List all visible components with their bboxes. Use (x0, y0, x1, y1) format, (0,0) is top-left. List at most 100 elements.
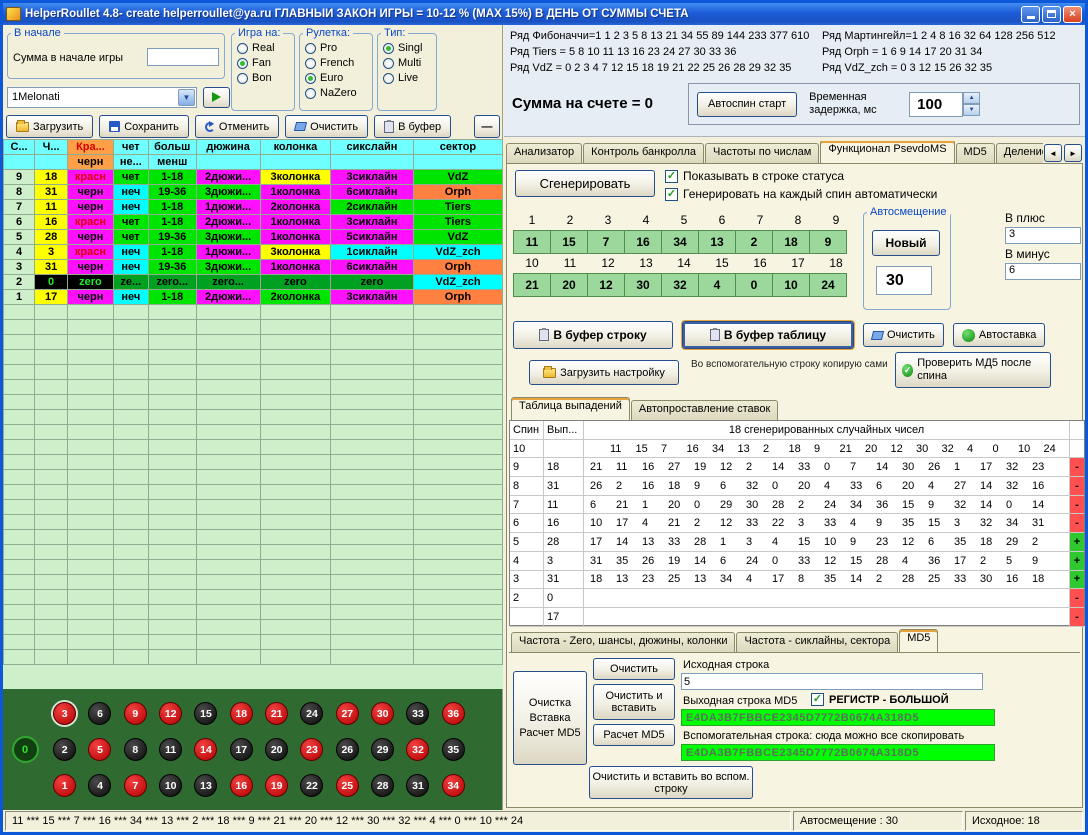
board-number-28[interactable]: 28 (371, 774, 394, 797)
main-tab-2[interactable]: Частоты по числам (705, 143, 819, 163)
md5-clear-paste-helper-button[interactable]: Очистить и вставить во вспом. строку (589, 766, 753, 799)
board-number-29[interactable]: 29 (371, 738, 394, 761)
roulette-option-NaZero[interactable]: NaZero (305, 87, 372, 99)
autoshift-value-input[interactable]: 30 (876, 266, 932, 295)
game-option-Bon[interactable]: Bon (237, 72, 294, 84)
check-md5-after-spin-button[interactable]: ✓Проверить МД5 после спина (895, 352, 1051, 388)
board-number-24[interactable]: 24 (300, 702, 323, 725)
close-button[interactable]: × (1063, 6, 1082, 23)
board-number-15[interactable]: 15 (194, 702, 217, 725)
md5-helper-field[interactable]: E4DA3B7FBBCE2345D7772B0674A318D5 (681, 744, 995, 761)
clear-button[interactable]: Очистить (285, 115, 368, 138)
board-number-17[interactable]: 17 (230, 738, 253, 761)
board-number-19[interactable]: 19 (265, 774, 288, 797)
roulette-option-French[interactable]: French (305, 57, 372, 69)
board-number-10[interactable]: 10 (159, 774, 182, 797)
undo-button[interactable]: Отменить (195, 115, 279, 138)
copy-row-to-buffer-button[interactable]: В буфер строку (513, 321, 673, 349)
board-number-9[interactable]: 9 (124, 702, 147, 725)
board-number-0[interactable]: 0 (12, 736, 39, 763)
clear-grid-button[interactable]: Очистить (863, 323, 944, 347)
checkbox-show-in-status[interactable]: ✓ Показывать в строке статуса (665, 169, 844, 183)
game-option-Real[interactable]: Real (237, 42, 294, 54)
board-number-12[interactable]: 12 (159, 702, 182, 725)
board-number-27[interactable]: 27 (336, 702, 359, 725)
md5-source-input[interactable] (681, 673, 983, 690)
main-tab-1[interactable]: Контроль банкролла (583, 143, 704, 163)
collapse-button[interactable]: — (474, 115, 500, 138)
roulette-option-Euro[interactable]: Euro (305, 72, 372, 84)
board-number-18[interactable]: 18 (230, 702, 253, 725)
board-number-5[interactable]: 5 (88, 738, 111, 761)
board-number-22[interactable]: 22 (300, 774, 323, 797)
freq-tab-1[interactable]: Частота - сиклайны, сектора (736, 632, 898, 652)
board-number-3[interactable]: 3 (53, 702, 76, 725)
plus-input[interactable]: 3 (1005, 227, 1081, 244)
board-number-31[interactable]: 31 (406, 774, 429, 797)
board-number-14[interactable]: 14 (194, 738, 217, 761)
minimize-button[interactable] (1021, 6, 1040, 23)
board-number-35[interactable]: 35 (442, 738, 465, 761)
copy-table-to-buffer-button[interactable]: В буфер таблицу (682, 321, 854, 349)
md5-output-field[interactable]: E4DA3B7FBBCE2345D7772B0674A318D5 (681, 709, 995, 726)
drop-tab-0[interactable]: Таблица выпадений (511, 397, 630, 420)
board-number-20[interactable]: 20 (265, 738, 288, 761)
checkbox-uppercase-register[interactable]: ✓ РЕГИСТР - БОЛЬШОЙ (811, 693, 949, 706)
tabs-scroll-left-button[interactable]: ◄ (1044, 144, 1062, 162)
preset-select[interactable]: 1Melonati ▼ (7, 87, 197, 108)
freq-tab-0[interactable]: Частота - Zero, шансы, дюжины, колонки (511, 632, 735, 652)
md5-calc-button[interactable]: Расчет MD5 (593, 724, 675, 746)
autobet-button[interactable]: Автоставка (953, 323, 1046, 347)
spinner-down-button[interactable]: ▼ (963, 104, 980, 116)
board-number-16[interactable]: 16 (230, 774, 253, 797)
roulette-option-Pro[interactable]: Pro (305, 42, 372, 54)
board-number-32[interactable]: 32 (406, 738, 429, 761)
save-button[interactable]: Сохранить (99, 115, 189, 138)
type-option-Live[interactable]: Live (383, 72, 436, 84)
board-number-34[interactable]: 34 (442, 774, 465, 797)
generate-button[interactable]: Сгенерировать (515, 170, 655, 197)
board-number-8[interactable]: 8 (124, 738, 147, 761)
board-number-21[interactable]: 21 (265, 702, 288, 725)
board-number-23[interactable]: 23 (300, 738, 323, 761)
copy-buffer-button[interactable]: В буфер (374, 115, 451, 138)
drop-number: 4 (850, 517, 876, 529)
tabs-scroll-right-button[interactable]: ► (1064, 144, 1082, 162)
chevron-down-icon[interactable]: ▼ (178, 89, 195, 106)
md5-clear-paste-button[interactable]: Очистить и вставить (593, 684, 675, 720)
type-option-Multi[interactable]: Multi (383, 57, 436, 69)
board-number-25[interactable]: 25 (336, 774, 359, 797)
freq-tab-2[interactable]: MD5 (899, 629, 938, 652)
board-number-30[interactable]: 30 (371, 702, 394, 725)
play-button[interactable] (203, 87, 230, 108)
board-number-2[interactable]: 2 (53, 738, 76, 761)
main-tab-3[interactable]: Функционал PsevdoMS (820, 141, 954, 163)
board-number-6[interactable]: 6 (88, 702, 111, 725)
board-number-1[interactable]: 1 (53, 774, 76, 797)
board-number-13[interactable]: 13 (194, 774, 217, 797)
board-number-7[interactable]: 7 (124, 774, 147, 797)
maximize-button[interactable] (1042, 6, 1061, 23)
board-number-33[interactable]: 33 (406, 702, 429, 725)
checkbox-generate-each-spin[interactable]: ✓ Генерировать на каждый спин автоматиче… (665, 187, 937, 201)
main-tab-0[interactable]: Анализатор (506, 143, 582, 163)
board-number-36[interactable]: 36 (442, 702, 465, 725)
start-sum-input[interactable] (147, 48, 219, 66)
load-settings-button[interactable]: Загрузить настройку (529, 360, 679, 385)
delay-value-input[interactable]: 100 (909, 92, 963, 117)
game-option-Fan[interactable]: Fan (237, 57, 294, 69)
board-number-26[interactable]: 26 (336, 738, 359, 761)
autospin-start-button[interactable]: Автоспин старт (697, 92, 797, 117)
minus-input[interactable]: 6 (1005, 263, 1081, 280)
md5-big-button[interactable]: Очистка Вставка Расчет MD5 (513, 671, 587, 765)
spinner-up-button[interactable]: ▲ (963, 92, 980, 104)
md5-clear-button[interactable]: Очистить (593, 658, 675, 680)
board-number-11[interactable]: 11 (159, 738, 182, 761)
main-tab-5[interactable]: Деление ко... (996, 143, 1043, 163)
new-autoshift-button[interactable]: Новый (872, 230, 940, 256)
drop-tab-1[interactable]: Автопроставление ставок (631, 400, 778, 420)
load-button[interactable]: Загрузить (6, 115, 93, 138)
board-number-4[interactable]: 4 (88, 774, 111, 797)
main-tab-4[interactable]: MD5 (956, 143, 995, 163)
type-option-Singl[interactable]: Singl (383, 42, 436, 54)
